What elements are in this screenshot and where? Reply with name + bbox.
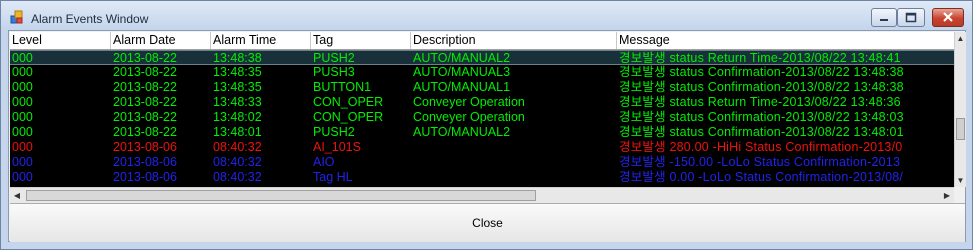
table-row[interactable]: 000 2013-08-22 13:48:35 PUSH3 AUTO/MANUAL3 경보… <box>10 65 954 80</box>
cell-description <box>411 140 617 155</box>
cell-alarm-date: 2013-08-22 <box>113 95 177 109</box>
cell-alarm-date: 2013-08-22 <box>113 80 177 94</box>
vertical-scrollbar[interactable]: ▲ ▼ <box>954 32 966 187</box>
app-icon <box>10 10 23 24</box>
close-icon <box>943 12 953 22</box>
cell-tag: BUTTON1 <box>313 80 372 94</box>
cell-message: 경보발생 280.00 -HiHi Status Confirmation-20… <box>619 140 903 154</box>
cell-message: 경보발생 status Confirmation-2013/08/22 13:4… <box>619 110 904 124</box>
table-row[interactable]: 000 2013-08-22 13:48:33 CON_OPER Conveyer Op… <box>10 95 954 110</box>
horizontal-scroll-thumb[interactable] <box>26 190 536 201</box>
cell-alarm-time: 13:48:02 <box>213 110 262 124</box>
cell-alarm-time: 08:40:32 <box>213 155 262 169</box>
cell-description <box>411 155 617 170</box>
cell-message: 경보발생 status Return Time-2013/08/22 13:48… <box>619 51 901 65</box>
table-row[interactable]: 000 2013-08-22 13:48:35 BUTTON1 AUTO/MANUAL1… <box>10 80 954 95</box>
alarm-events-window: Alarm Events Window Level Alarm Date Ala… <box>0 0 973 250</box>
cell-description: AUTO/MANUAL2 <box>413 125 511 139</box>
cell-alarm-date: 2013-08-22 <box>113 51 177 65</box>
column-header-alarm-date[interactable]: Alarm Date <box>111 32 211 49</box>
cell-tag: AIO <box>313 155 335 169</box>
cell-description: AUTO/MANUAL2 <box>413 51 511 65</box>
horizontal-scrollbar[interactable]: ◀ ▶ <box>10 187 954 204</box>
minimize-button[interactable] <box>871 8 897 27</box>
cell-alarm-time: 13:48:38 <box>213 51 262 65</box>
scrollbar-corner <box>954 187 965 203</box>
scroll-down-icon[interactable]: ▼ <box>955 174 966 187</box>
cell-level: 000 <box>12 125 33 139</box>
cell-message: 경보발생 status Return Time-2013/08/22 13:48… <box>619 95 901 109</box>
cell-message: 경보발생 status Confirmation-2013/08/22 13:4… <box>619 80 904 94</box>
cell-level: 000 <box>12 140 33 154</box>
table-row[interactable]: 000 2013-08-06 08:40:32 Tag HL 경보발생 0.00 -Lo… <box>10 170 954 185</box>
table-row[interactable]: 000 2013-08-22 13:48:38 PUSH2 AUTO/MANUAL2 경보… <box>10 50 954 65</box>
cell-tag: PUSH2 <box>313 125 355 139</box>
cell-alarm-time: 13:48:01 <box>213 125 262 139</box>
cell-tag: CON_OPER <box>313 110 384 124</box>
alarm-events-grid[interactable]: Level Alarm Date Alarm Time Tag Descript… <box>10 32 954 187</box>
cell-tag: PUSH2 <box>313 51 355 65</box>
cell-tag: Tag HL <box>313 170 353 184</box>
cell-message: 경보발생 -150.00 -LoLo Status Confirmation-2… <box>619 155 901 169</box>
cell-tag: AI_101S <box>313 140 361 154</box>
cell-description: Conveyer Operation <box>413 95 525 109</box>
table-row[interactable]: 000 2013-08-06 08:40:32 AIO 경보발생 -150.00 -Lo… <box>10 155 954 170</box>
cell-level: 000 <box>12 80 33 94</box>
cell-description: Conveyer Operation <box>413 110 525 124</box>
cell-alarm-time: 08:40:32 <box>213 170 262 184</box>
column-header-tag[interactable]: Tag <box>311 32 411 49</box>
cell-message: 경보발생 status Confirmation-2013/08/22 13:4… <box>619 65 904 79</box>
cell-tag: CON_OPER <box>313 95 384 109</box>
vertical-scroll-thumb[interactable] <box>956 118 965 140</box>
table-row[interactable]: 000 2013-08-22 13:48:02 CON_OPER Conveyer Op… <box>10 110 954 125</box>
cell-alarm-time: 08:40:32 <box>213 140 262 154</box>
scroll-up-icon[interactable]: ▲ <box>955 32 966 45</box>
cell-level: 000 <box>12 155 33 169</box>
scroll-right-icon[interactable]: ▶ <box>940 189 954 203</box>
scroll-left-icon[interactable]: ◀ <box>10 189 24 203</box>
cell-alarm-time: 13:48:35 <box>213 80 262 94</box>
title-bar[interactable]: Alarm Events Window <box>1 1 972 31</box>
cell-alarm-time: 13:48:35 <box>213 65 262 79</box>
table-row[interactable]: 000 2013-08-22 13:48:01 PUSH2 AUTO/MANUAL2 경보… <box>10 125 954 140</box>
minimize-icon <box>880 19 888 21</box>
cell-level: 000 <box>12 95 33 109</box>
cell-description: AUTO/MANUAL1 <box>413 80 511 94</box>
cell-level: 000 <box>12 51 33 65</box>
cell-tag: PUSH3 <box>313 65 355 79</box>
cell-description: AUTO/MANUAL3 <box>413 65 511 79</box>
cell-alarm-date: 2013-08-06 <box>113 170 177 184</box>
cell-level: 000 <box>12 110 33 124</box>
column-header-alarm-time[interactable]: Alarm Time <box>211 32 311 49</box>
cell-description <box>411 170 617 185</box>
cell-alarm-date: 2013-08-22 <box>113 110 177 124</box>
cell-alarm-date: 2013-08-22 <box>113 125 177 139</box>
column-header-level[interactable]: Level <box>10 32 111 49</box>
cell-message: 경보발생 status Confirmation-2013/08/22 13:4… <box>619 125 904 139</box>
cell-level: 000 <box>12 170 33 184</box>
cell-alarm-date: 2013-08-06 <box>113 140 177 154</box>
column-header-message[interactable]: Message <box>617 32 954 49</box>
close-button[interactable]: Close <box>10 203 965 242</box>
window-title: Alarm Events Window <box>31 12 149 26</box>
cell-level: 000 <box>12 65 33 79</box>
maximize-button[interactable] <box>897 8 925 27</box>
cell-alarm-time: 13:48:33 <box>213 95 262 109</box>
cell-alarm-date: 2013-08-06 <box>113 155 177 169</box>
maximize-icon <box>905 12 917 23</box>
cell-message: 경보발생 0.00 -LoLo Status Confirmation-2013… <box>619 170 904 184</box>
close-window-button[interactable] <box>932 8 964 27</box>
grid-header: Level Alarm Date Alarm Time Tag Descript… <box>10 32 954 50</box>
cell-alarm-date: 2013-08-22 <box>113 65 177 79</box>
column-header-description[interactable]: Description <box>411 32 617 49</box>
table-row[interactable]: 000 2013-08-06 08:40:32 AI_101S 경보발생 280.00 … <box>10 140 954 155</box>
client-area: Level Alarm Date Alarm Time Tag Descript… <box>8 30 966 242</box>
